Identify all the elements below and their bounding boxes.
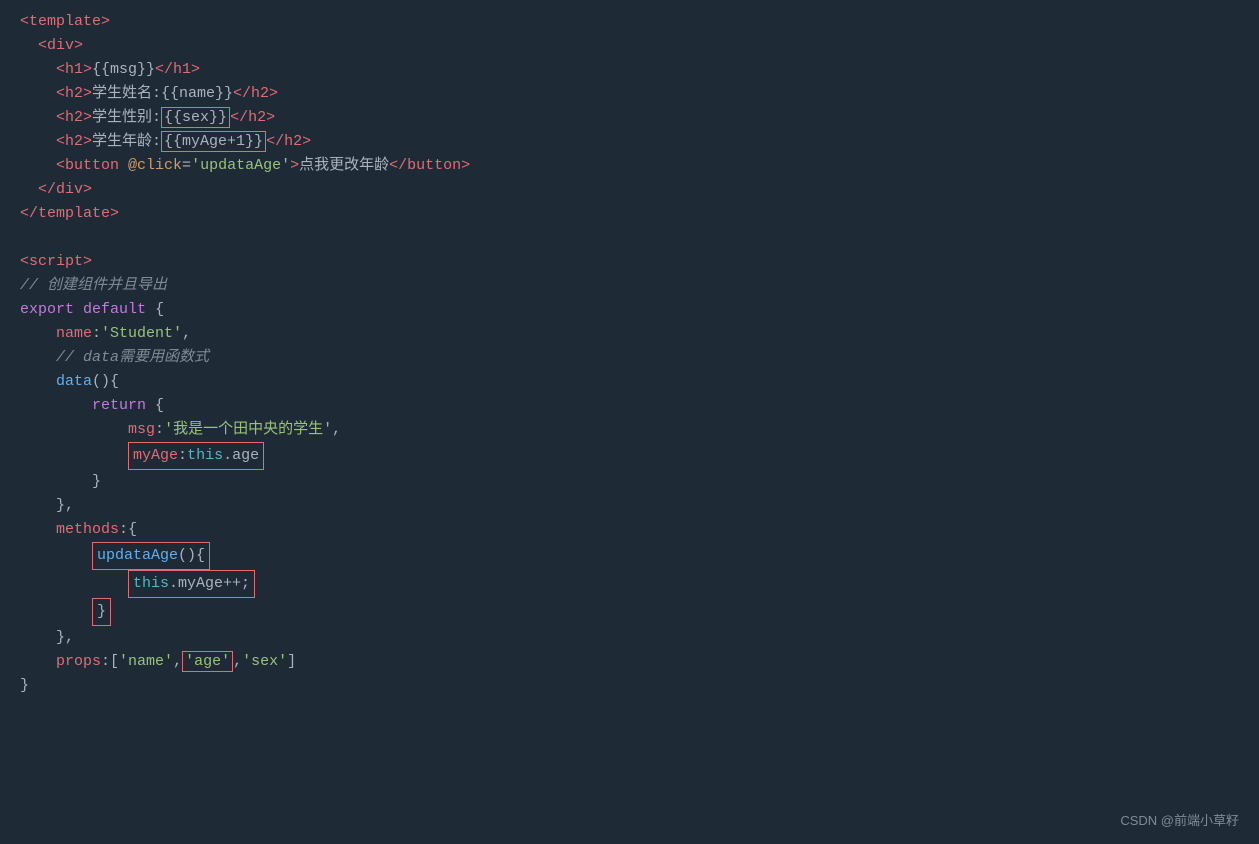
line-13: export default {	[20, 298, 1239, 322]
line-24: this.myAge++;	[20, 570, 1239, 598]
code-editor: <template> <div> <h1>{{msg}}</h1> <h2>学生…	[0, 0, 1259, 844]
line-5: <h2>学生性别:{{sex}}</h2>	[20, 106, 1239, 130]
line-6: <h2>学生年龄:{{myAge+1}}</h2>	[20, 130, 1239, 154]
line-15: // data需要用函数式	[20, 346, 1239, 370]
line-7: <button @click='updataAge'>点我更改年龄</butto…	[20, 154, 1239, 178]
line-2: <div>	[20, 34, 1239, 58]
line-1: <template>	[20, 10, 1239, 34]
line-20: }	[20, 470, 1239, 494]
line-27: props:['name','age','sex']	[20, 650, 1239, 674]
line-18: msg:'我是一个田中央的学生',	[20, 418, 1239, 442]
line-12: // 创建组件并且导出	[20, 274, 1239, 298]
line-23: updataAge(){	[20, 542, 1239, 570]
line-8: </div>	[20, 178, 1239, 202]
line-19: myAge:this.age	[20, 442, 1239, 470]
line-22: methods:{	[20, 518, 1239, 542]
line-9: </template>	[20, 202, 1239, 226]
line-17: return {	[20, 394, 1239, 418]
line-28: }	[20, 674, 1239, 698]
line-11: <script>	[20, 250, 1239, 274]
line-4: <h2>学生姓名:{{name}}</h2>	[20, 82, 1239, 106]
line-3: <h1>{{msg}}</h1>	[20, 58, 1239, 82]
line-25: }	[20, 598, 1239, 626]
line-14: name:'Student',	[20, 322, 1239, 346]
line-16: data(){	[20, 370, 1239, 394]
line-26: },	[20, 626, 1239, 650]
line-21: },	[20, 494, 1239, 518]
line-10	[20, 226, 1239, 250]
watermark: CSDN @前端小草籽	[1120, 811, 1239, 832]
